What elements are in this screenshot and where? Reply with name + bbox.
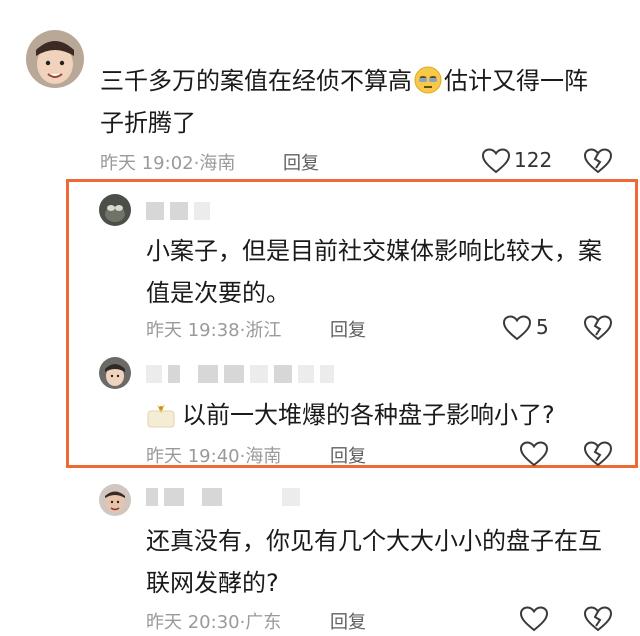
reply-3-time: 昨天 20:30 <box>146 612 240 633</box>
reply-1-meta: 昨天 19:38·浙江 <box>146 316 281 342</box>
masked-username <box>146 202 216 220</box>
masked-username <box>146 488 306 506</box>
reply-2-reply-button[interactable]: 回复 <box>330 442 366 468</box>
comment-1-text-line2: 子折腾了 <box>100 109 196 137</box>
reply-1-like-count: 5 <box>536 315 549 339</box>
reply-2-meta: 昨天 19:40·海南 <box>146 442 281 468</box>
reply-1-time: 昨天 19:38 <box>146 320 240 341</box>
broken-heart-icon[interactable] <box>584 606 612 632</box>
comment-1-location: 海南 <box>199 153 236 174</box>
masked-username <box>146 365 340 383</box>
comment-1-reply-button[interactable]: 回复 <box>283 149 319 175</box>
avatar-comment-1[interactable] <box>26 30 84 88</box>
reply-3-text-line1: 还真没有，你见有几个大大小小的盘子在互 <box>146 527 602 555</box>
reply-1-text: 小案子，但是目前社交媒体影响比较大，案 值是次要的。 <box>146 230 616 314</box>
reply-3-reply-button[interactable]: 回复 <box>330 608 366 634</box>
reply-2-text: 以前一大堆爆的各种盘子影响小了? <box>146 394 616 436</box>
reply-1-text-line2: 值是次要的。 <box>146 279 290 307</box>
reply-1-reply-button[interactable]: 回复 <box>330 316 366 342</box>
avatar-reply-3[interactable] <box>99 484 131 516</box>
heart-icon[interactable] <box>520 441 548 467</box>
avatar-reply-1[interactable] <box>99 194 131 226</box>
comment-1-text: 三千多万的案值在经侦不算高 估计又得一阵 子折腾了 <box>100 60 620 144</box>
reply-3-text-line2: 联网发酵的? <box>146 569 279 597</box>
broken-heart-icon[interactable] <box>584 441 612 467</box>
comment-1-text-part1: 三千多万的案值在经侦不算高 <box>100 67 412 95</box>
avatar-reply-2[interactable] <box>99 357 131 389</box>
broken-heart-icon[interactable] <box>584 315 612 341</box>
comment-1-meta: 昨天 19:02·海南 <box>100 149 235 175</box>
reply-2-location: 海南 <box>245 446 282 467</box>
reply-1-location: 浙江 <box>245 320 282 341</box>
sticker-icon <box>147 404 175 428</box>
reply-1-text-line1: 小案子，但是目前社交媒体影响比较大，案 <box>146 237 602 265</box>
heart-icon[interactable] <box>482 148 510 174</box>
broken-heart-icon[interactable] <box>584 148 612 174</box>
sleepy-face-emoji <box>414 66 442 94</box>
reply-3-meta: 昨天 20:30·广东 <box>146 608 281 634</box>
heart-icon[interactable] <box>503 315 531 341</box>
reply-3-text: 还真没有，你见有几个大大小小的盘子在互 联网发酵的? <box>146 520 616 604</box>
comment-1-like-count: 122 <box>514 148 553 172</box>
heart-icon[interactable] <box>520 606 548 632</box>
comment-1-text-part2: 估计又得一阵 <box>444 67 588 95</box>
comment-1-time: 昨天 19:02 <box>100 153 194 174</box>
reply-2-text-content: 以前一大堆爆的各种盘子影响小了? <box>182 401 555 429</box>
reply-3-location: 广东 <box>245 612 282 633</box>
reply-2-time: 昨天 19:40 <box>146 446 240 467</box>
